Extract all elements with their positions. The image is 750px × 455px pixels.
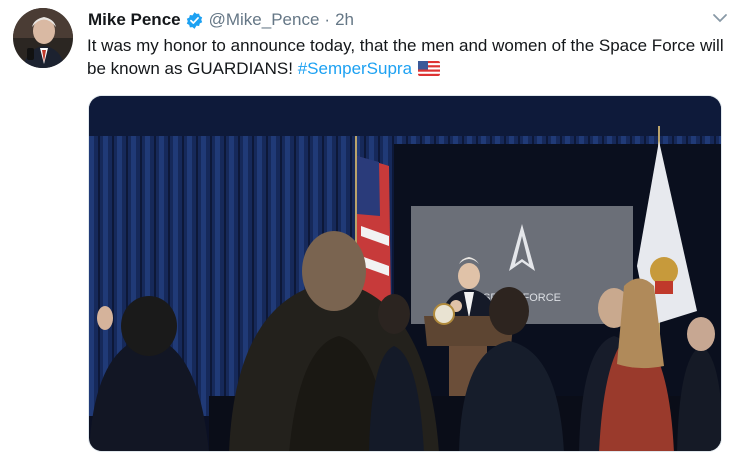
tweet-time[interactable]: 2h (335, 10, 354, 30)
us-flag-emoji (418, 59, 441, 82)
tweet-header: Mike Pence @Mike_Pence · 2h (88, 10, 354, 30)
meta-separator: · (324, 10, 331, 29)
hashtag-link[interactable]: #SemperSupra (298, 59, 412, 78)
avatar[interactable] (13, 8, 73, 68)
verified-badge-icon (185, 11, 204, 30)
author-name[interactable]: Mike Pence (88, 10, 181, 30)
tweet-text: It was my honor to announce today, that … (87, 34, 727, 82)
tweet-photo[interactable]: SPACE FORCE (88, 95, 722, 452)
author-handle[interactable]: @Mike_Pence (209, 10, 320, 30)
chevron-down-icon[interactable] (712, 10, 728, 31)
